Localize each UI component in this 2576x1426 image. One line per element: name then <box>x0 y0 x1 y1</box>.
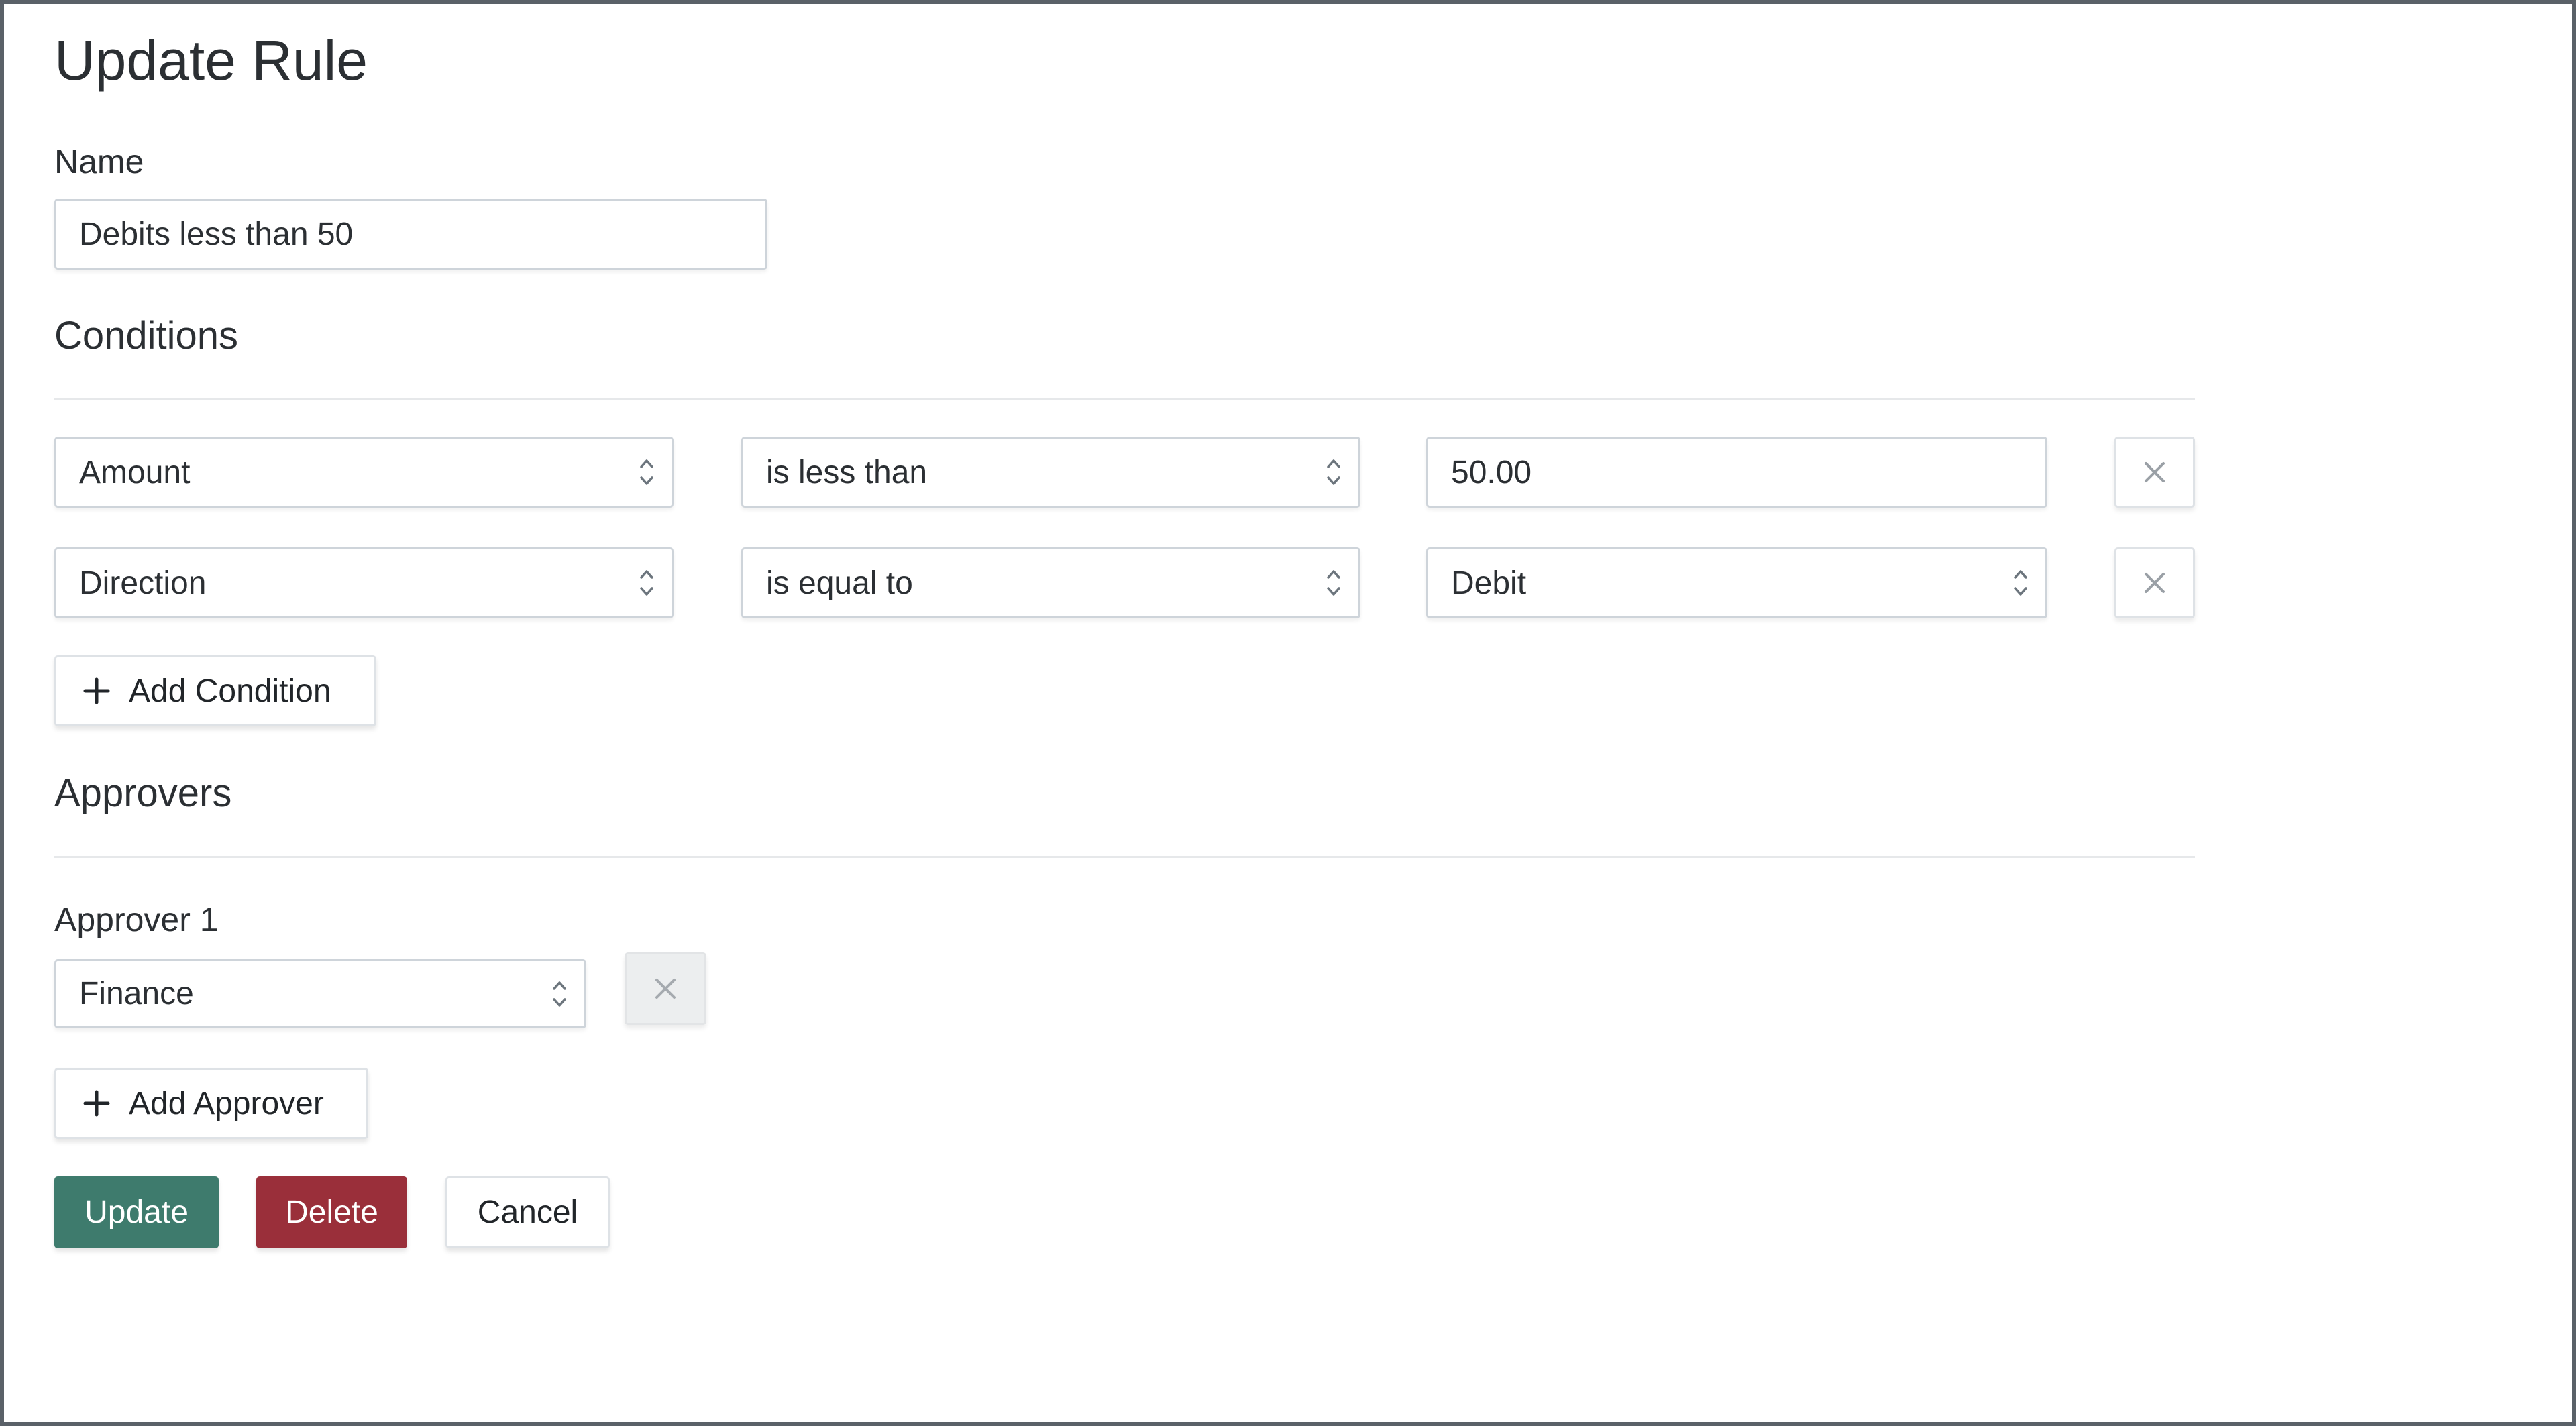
add-condition-button[interactable]: Add Condition <box>54 655 376 726</box>
chevron-up-down-icon <box>1327 459 1340 485</box>
condition-2-field-value: Direction <box>79 565 207 601</box>
add-approver-label: Add Approver <box>129 1085 324 1121</box>
approver-1-select[interactable]: Finance <box>54 959 586 1028</box>
remove-approver-1-button[interactable] <box>625 952 706 1025</box>
approver-1-label: Approver 1 <box>54 901 219 938</box>
close-icon <box>2145 573 2165 593</box>
delete-button[interactable]: Delete <box>256 1176 407 1248</box>
approver-1-value: Finance <box>79 976 194 1011</box>
chevron-up-down-icon <box>640 570 653 596</box>
chevron-up-down-icon <box>640 459 653 485</box>
plus-icon <box>83 1090 110 1117</box>
condition-2-value-select[interactable]: Debit <box>1426 547 2047 618</box>
condition-1-operator-select[interactable]: is less than <box>741 437 1360 508</box>
condition-1-operator-value: is less than <box>766 454 928 490</box>
add-approver-button[interactable]: Add Approver <box>54 1068 368 1139</box>
conditions-divider <box>54 398 2195 400</box>
approvers-divider <box>54 856 2195 858</box>
close-icon <box>2145 462 2165 482</box>
plus-icon <box>83 677 110 704</box>
name-input[interactable] <box>79 215 765 253</box>
condition-2-operator-select[interactable]: is equal to <box>741 547 1360 618</box>
remove-condition-2-button[interactable] <box>2114 547 2195 618</box>
condition-2-value-value: Debit <box>1451 565 1527 601</box>
condition-1-field-value: Amount <box>79 454 191 490</box>
chevron-up-down-icon <box>1327 570 1340 596</box>
cancel-button[interactable]: Cancel <box>445 1176 610 1248</box>
chevron-up-down-icon <box>2014 570 2027 596</box>
condition-1-value-wrapper[interactable] <box>1426 437 2047 508</box>
condition-2-operator-value: is equal to <box>766 565 913 601</box>
approvers-heading: Approvers <box>54 771 232 815</box>
remove-condition-1-button[interactable] <box>2114 437 2195 508</box>
name-label: Name <box>54 143 144 180</box>
condition-1-field-select[interactable]: Amount <box>54 437 674 508</box>
chevron-up-down-icon <box>553 981 566 1007</box>
update-button[interactable]: Update <box>54 1176 219 1248</box>
add-condition-label: Add Condition <box>129 673 331 709</box>
conditions-heading: Conditions <box>54 314 239 358</box>
name-input-wrapper[interactable] <box>54 199 767 270</box>
condition-1-value-input[interactable] <box>1451 453 2045 491</box>
close-icon <box>655 979 676 999</box>
page-title: Update Rule <box>54 29 368 92</box>
update-rule-form: Update Rule Name Conditions Amount is le… <box>4 4 2572 1422</box>
condition-2-field-select[interactable]: Direction <box>54 547 674 618</box>
